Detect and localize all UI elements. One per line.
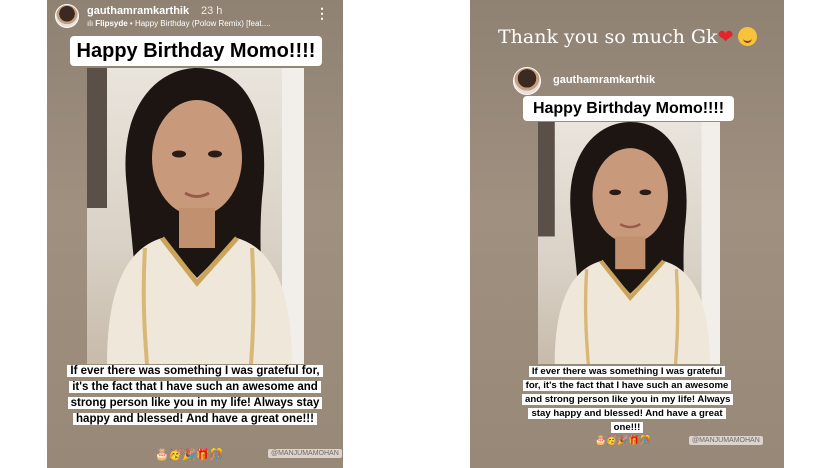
portrait-figure — [538, 122, 720, 364]
music-info[interactable]: ılı Flipsyde • Happy Birthday (Polow Remi… — [87, 19, 271, 28]
shared-post-header: gauthamramkarthik — [513, 66, 733, 95]
caption-text: Thank you so much Gk — [498, 26, 718, 48]
avatar[interactable] — [55, 4, 79, 28]
portrait-figure — [87, 68, 304, 364]
emoji-stickers: 🎂🥳🎉🎁🎊 — [595, 435, 652, 445]
story-message-text: If ever there was something I was gratef… — [67, 365, 323, 425]
story-message: If ever there was something I was gratef… — [470, 365, 784, 435]
mention-tag[interactable]: @MANJUMAMOHAN — [689, 436, 763, 445]
mention-tag[interactable]: @MANJUMAMOHAN — [268, 449, 342, 458]
story-title: Happy Birthday Momo!!!! — [523, 96, 734, 121]
story-message-text: If ever there was something I was gratef… — [522, 366, 734, 433]
music-title: Happy Birthday (Polow Remix) [feat.... — [134, 19, 271, 28]
emoji-stickers: 🎂🥳🎉🎁🎊 — [155, 449, 224, 461]
music-bars-icon: ılı — [87, 19, 94, 28]
avatar[interactable] — [513, 67, 541, 95]
shared-username[interactable]: gauthamramkarthik — [553, 74, 655, 86]
story-right: Thank you so much Gk❤ gauthamramkarthik … — [470, 0, 784, 468]
username[interactable]: gauthamramkarthik — [87, 5, 189, 17]
story-photo — [538, 122, 720, 364]
heart-emoji: ❤ — [717, 26, 734, 48]
music-artist: Flipsyde — [95, 19, 128, 28]
story-photo — [87, 68, 304, 364]
time-ago: 23 h — [201, 5, 223, 17]
music-separator: • — [127, 19, 135, 28]
story-title: Happy Birthday Momo!!!! — [70, 36, 322, 66]
story-caption: Thank you so much Gk❤ — [498, 26, 757, 48]
hugging-face-emoji — [737, 27, 757, 46]
more-options-icon[interactable]: ⋮ — [315, 6, 329, 20]
story-header: gauthamramkarthik 23 h ılı Flipsyde • Hap… — [55, 4, 335, 30]
story-left: gauthamramkarthik 23 h ılı Flipsyde • Hap… — [47, 0, 343, 468]
story-message: If ever there was something I was gratef… — [47, 363, 343, 427]
